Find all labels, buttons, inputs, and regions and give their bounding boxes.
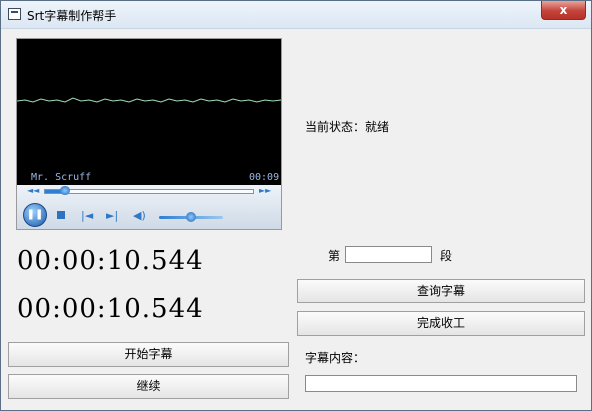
segment-suffix-label: 段 (440, 249, 453, 263)
player-controls: ◄◄ ►► ❚❚ |◄ ►| ◀) (17, 185, 281, 229)
app-icon (8, 8, 21, 20)
continue-button[interactable]: 继续 (8, 374, 289, 399)
waveform-visualization (17, 97, 281, 103)
close-button[interactable]: x (541, 1, 586, 20)
volume-thumb[interactable] (186, 212, 196, 222)
next-track-icon[interactable]: ►| (106, 209, 118, 222)
media-player[interactable]: Mr. Scruff 00:09 ◄◄ ►► ❚❚ |◄ ►| ◀) (16, 38, 282, 230)
status-label: 当前状态：就绪 (305, 120, 390, 134)
segment-prefix-label: 第 (328, 249, 341, 263)
finish-button[interactable]: 完成收工 (297, 311, 585, 336)
start-subtitle-button[interactable]: 开始字幕 (8, 342, 289, 367)
title-bar: Srt字幕制作帮手 x (1, 1, 591, 29)
subtitle-content-input[interactable] (305, 375, 577, 392)
app-window: Srt字幕制作帮手 x Mr. Scruff 00:09 ◄◄ ►► ❚❚ |◄… (0, 0, 592, 411)
subtitle-content-label: 字幕内容： (305, 351, 366, 365)
window-title: Srt字幕制作帮手 (27, 9, 117, 23)
previous-track-icon[interactable]: |◄ (81, 209, 93, 222)
start-time-readout: 00:00:10.544 (17, 246, 204, 276)
stop-button[interactable] (57, 211, 65, 219)
pause-button[interactable]: ❚❚ (23, 203, 47, 227)
track-artist: Mr. Scruff (31, 172, 92, 183)
fast-forward-icon[interactable]: ►► (259, 186, 271, 195)
visualization-area: Mr. Scruff 00:09 (17, 39, 281, 185)
end-time-readout: 00:00:10.544 (17, 294, 204, 324)
query-subtitle-button[interactable]: 查询字幕 (297, 279, 585, 303)
segment-number-input[interactable] (345, 246, 432, 263)
seek-bar[interactable] (44, 189, 254, 194)
rewind-icon[interactable]: ◄◄ (27, 186, 39, 195)
volume-icon[interactable]: ◀) (133, 209, 146, 222)
track-time: 00:09 (249, 172, 280, 183)
seek-thumb[interactable] (60, 186, 70, 195)
